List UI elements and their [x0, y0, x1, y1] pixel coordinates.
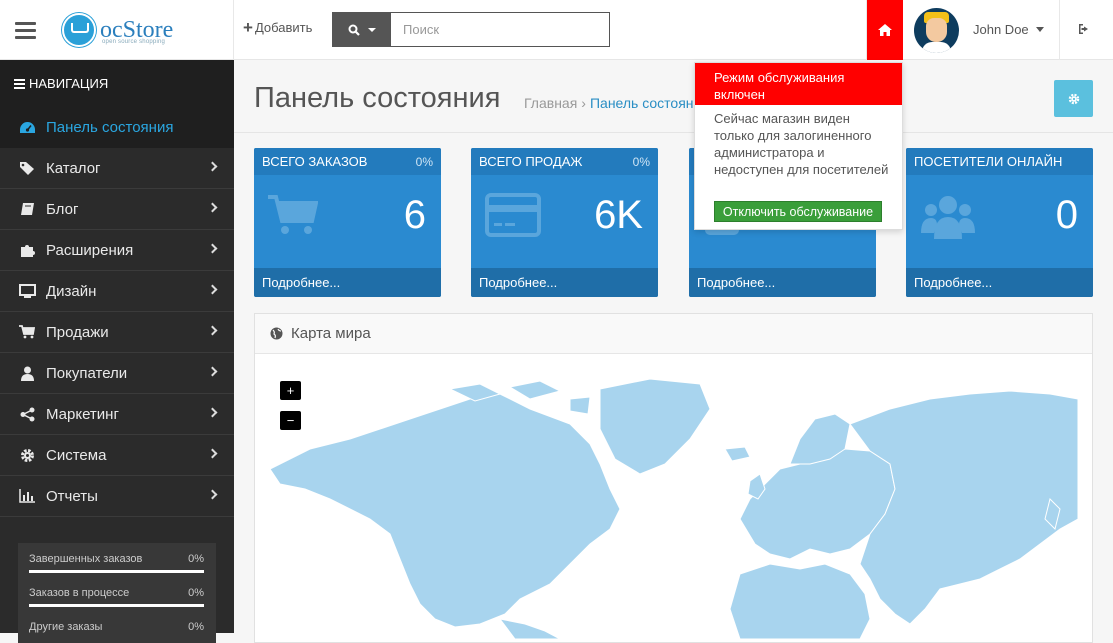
dashboard-icon — [18, 119, 36, 135]
map-header: Карта мира — [255, 314, 1092, 354]
disable-maintenance-button[interactable]: Отключить обслуживание — [714, 201, 882, 222]
sidebar-item-reports[interactable]: Отчеты — [0, 476, 234, 517]
gear-icon — [1068, 93, 1079, 104]
menu-toggle-button[interactable] — [0, 0, 50, 60]
sidebar-item-customers[interactable]: Покупатели — [0, 353, 234, 394]
sidebar: НАВИГАЦИЯ Панель состояния Каталог Блог … — [0, 60, 234, 643]
breadcrumb: Главная › Панель состояния — [524, 95, 709, 111]
map-region-north-africa — [729, 563, 871, 639]
map-region-iceland — [724, 446, 751, 462]
tile-title: ВСЕГО ЗАКАЗОВ — [262, 154, 368, 169]
bar-chart-icon — [18, 488, 36, 504]
tile-total-orders: ВСЕГО ЗАКАЗОВ 0% 6 Подробнее... — [254, 148, 441, 297]
maintenance-popover: Режим обслуживания включен Сейчас магази… — [694, 62, 903, 230]
settings-button[interactable] — [1054, 80, 1093, 117]
tile-more-link[interactable]: Подробнее... — [254, 268, 441, 297]
tile-more-link[interactable]: Подробнее... — [471, 268, 658, 297]
popover-body: Сейчас магазин виден только для залогине… — [714, 111, 889, 177]
map-title: Карта мира — [291, 325, 371, 342]
sidebar-item-system[interactable]: Система — [0, 435, 234, 476]
gear-icon — [18, 447, 36, 463]
users-icon — [921, 196, 975, 239]
sign-out-icon — [1079, 24, 1088, 34]
user-icon — [18, 365, 36, 381]
tile-online-visitors: ПОСЕТИТЕЛИ ОНЛАЙН 0 Подробнее... — [906, 148, 1093, 297]
sidebar-item-design[interactable]: Дизайн — [0, 271, 234, 312]
nav-header: НАВИГАЦИЯ — [0, 60, 234, 107]
stat-progress-bar — [29, 604, 204, 607]
stat-other: Другие заказы 0% — [29, 621, 204, 633]
map-region-north-america — [270, 393, 621, 628]
top-header: ocStore open source shopping + Добавить … — [0, 0, 1113, 60]
home-icon — [878, 24, 892, 36]
search-type-dropdown[interactable] — [332, 12, 391, 47]
user-menu[interactable]: John Doe — [973, 22, 1044, 37]
chevron-right-icon — [207, 448, 218, 459]
breadcrumb-home[interactable]: Главная — [524, 95, 577, 111]
cart-icon — [18, 324, 36, 340]
order-stats: Завершенных заказов 0% Заказов в процессе… — [18, 543, 216, 643]
book-icon — [18, 201, 36, 217]
share-icon — [18, 406, 36, 422]
chevron-right-icon — [207, 243, 218, 254]
plus-icon: + — [243, 17, 253, 37]
avatar[interactable] — [914, 8, 959, 53]
sidebar-item-marketing[interactable]: Маркетинг — [0, 394, 234, 435]
world-map[interactable] — [270, 369, 1078, 639]
add-button[interactable]: + Добавить — [243, 17, 313, 37]
globe-icon — [270, 327, 283, 340]
tile-value: 6 — [403, 193, 426, 237]
sidebar-item-blog[interactable]: Блог — [0, 189, 234, 230]
chevron-right-icon — [207, 489, 218, 500]
sidebar-item-sales[interactable]: Продажи — [0, 312, 234, 353]
chevron-right-icon — [207, 284, 218, 295]
stat-processing: Заказов в процессе 0% — [29, 587, 204, 599]
search-bar: Поиск — [332, 12, 610, 47]
stat-progress-bar — [29, 570, 204, 573]
logo-tagline: open source shopping — [102, 39, 166, 45]
caret-down-icon — [1035, 27, 1044, 32]
chevron-right-icon — [207, 161, 218, 172]
tile-percent: 0% — [415, 154, 433, 169]
logo[interactable]: ocStore open source shopping — [62, 10, 173, 50]
tag-icon — [18, 160, 36, 176]
main-content: Панель состояния Главная › Панель состояни… — [234, 60, 1113, 643]
chevron-right-icon — [207, 202, 218, 213]
tile-title: ВСЕГО ПРОДАЖ — [479, 154, 583, 169]
popover-title: Режим обслуживания включен — [695, 63, 902, 105]
caret-down-icon — [367, 27, 376, 32]
tile-more-link[interactable]: Подробнее... — [689, 268, 876, 297]
tile-more-link[interactable]: Подробнее... — [906, 268, 1093, 297]
sidebar-item-dashboard[interactable]: Панель состояния — [0, 107, 234, 148]
page-title: Панель состояния — [254, 82, 501, 114]
add-label: Добавить — [254, 20, 313, 35]
cart-icon — [268, 195, 318, 234]
tile-percent: 0% — [632, 154, 650, 169]
nav-title: НАВИГАЦИЯ — [29, 76, 109, 91]
logout-button[interactable] — [1078, 22, 1094, 38]
chevron-right-icon — [207, 407, 218, 418]
chevron-right-icon — [207, 366, 218, 377]
logo-cart-icon — [62, 13, 96, 47]
sidebar-item-extensions[interactable]: Расширения — [0, 230, 234, 271]
map-region-greenland — [599, 378, 711, 475]
search-icon — [348, 24, 360, 36]
sidebar-item-catalog[interactable]: Каталог — [0, 148, 234, 189]
tile-value: 0 — [1055, 193, 1078, 237]
breadcrumb-current[interactable]: Панель состояния — [590, 95, 709, 111]
stat-completed: Завершенных заказов 0% — [29, 553, 204, 565]
tile-title: ПОСЕТИТЕЛИ ОНЛАЙН — [914, 154, 1063, 169]
search-input[interactable]: Поиск — [391, 12, 610, 47]
bars-icon — [14, 78, 25, 89]
world-map-panel: Карта мира + − — [254, 313, 1093, 643]
chevron-right-icon — [207, 325, 218, 336]
map-region-central-america — [498, 618, 561, 639]
user-name: John Doe — [973, 22, 1029, 37]
puzzle-icon — [18, 242, 36, 258]
monitor-icon — [18, 283, 36, 299]
credit-card-icon — [485, 193, 541, 237]
maintenance-home-button[interactable] — [867, 0, 903, 60]
tile-total-sales: ВСЕГО ПРОДАЖ 0% 6K Подробнее... — [471, 148, 658, 297]
tile-value: 6K — [594, 193, 643, 237]
